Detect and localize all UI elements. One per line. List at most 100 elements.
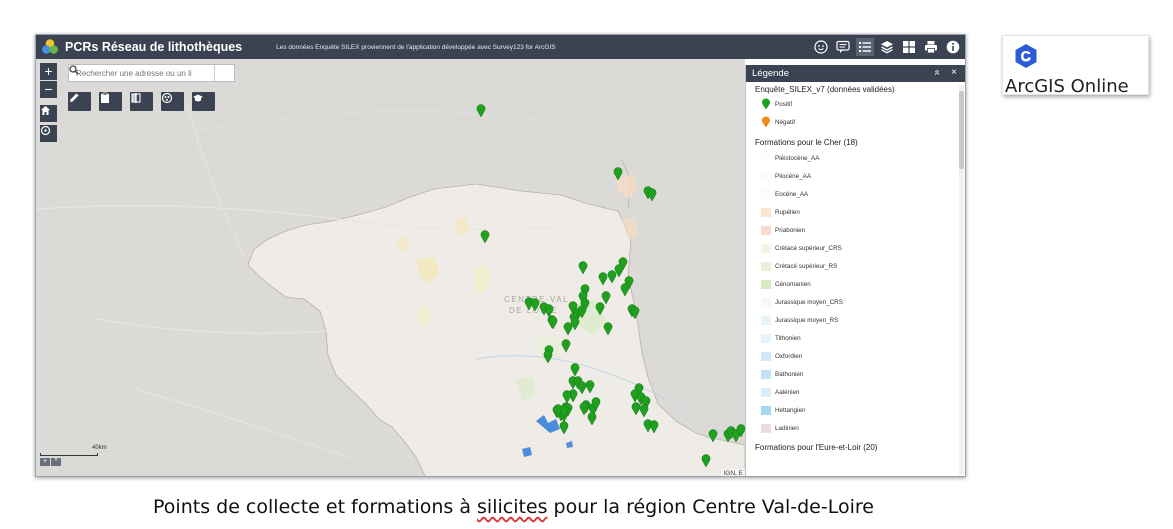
locate-button[interactable] [40, 125, 57, 142]
info-icon[interactable] [944, 38, 962, 56]
formation-swatch [761, 171, 771, 181]
formation-swatch [761, 369, 771, 379]
formation-swatch [761, 405, 771, 415]
basemap: CENTRE-VAL DE LOIRE [36, 98, 745, 476]
legend-item-label: Bathonien [775, 370, 804, 378]
draw-tool-button[interactable] [68, 92, 91, 111]
overview-collapse-button[interactable]: ^ [51, 458, 61, 466]
map-attribution: IGN, E [721, 469, 745, 477]
legend-item-label: Négatif [775, 118, 795, 126]
formation-swatch [761, 351, 771, 361]
app-title: PCRs Réseau de lithothèques [65, 40, 243, 54]
arcgis-web-app: PCRs Réseau de lithothèques Les données … [35, 34, 966, 477]
pencil-icon [70, 93, 79, 102]
legend-title: Légende [752, 68, 789, 79]
overview-controls: + ^ [40, 458, 61, 466]
formation-swatch [761, 387, 771, 397]
formation-swatch [761, 333, 771, 343]
legend-item-label: Jurassique moyen_CRS [775, 298, 843, 306]
legend-item-label: Eocène_AA [775, 190, 809, 198]
legend-item-formation: Oxfordien [755, 347, 958, 365]
graduation-cap-icon [193, 94, 203, 102]
legend-item-label: Crétacé supérieur_RS [775, 262, 838, 270]
legend-item-formation: Eocène_AA [755, 185, 958, 203]
grid-icon[interactable] [900, 38, 918, 56]
legend-item-label: Positif [775, 100, 793, 108]
header-toolbar [812, 38, 962, 56]
legend-item-formation: Priabonien [755, 221, 958, 239]
caption-text-end: pour la région Centre Val-de-Loire [547, 496, 874, 518]
legend-item-label: Rupélien [775, 208, 800, 216]
home-button[interactable] [40, 105, 57, 122]
print-icon[interactable] [922, 38, 940, 56]
legend-collapse-button[interactable]: » [931, 70, 942, 76]
legend-close-button[interactable]: × [951, 67, 957, 78]
layers-icon[interactable] [878, 38, 896, 56]
legend-item-formation: Jurassique moyen_CRS [755, 293, 958, 311]
swipe-icon [131, 93, 141, 103]
measure-tool-button[interactable] [99, 92, 122, 111]
locate-icon [40, 125, 51, 136]
legend-item-label: Hettangien [775, 406, 806, 414]
home-icon [41, 106, 50, 115]
legend-item-positif: Positif [755, 95, 958, 113]
arcgis-online-label: ArcGIS Online [1005, 76, 1129, 97]
bookmark-icon [161, 92, 173, 104]
legend-scrollbar[interactable] [959, 85, 964, 475]
collection-point-pin[interactable] [647, 188, 657, 202]
legend-item-formation: Pliocène_AA [755, 167, 958, 185]
map-view[interactable]: CENTRE-VAL DE LOIRE + − [36, 59, 745, 477]
legend-item-label: Pliocène_AA [775, 172, 812, 180]
legend-header: Légende » × [746, 65, 965, 82]
legend-item-label: Cénomanien [775, 280, 811, 288]
formation-swatch [761, 297, 771, 307]
legend-layer-title-silex: Enquête_SILEX_v7 (données validées) [755, 85, 895, 94]
legend-item-formation: Ladinien [755, 419, 958, 437]
legend-item-label: Priabonien [775, 226, 806, 234]
scale-label: 40km [92, 445, 107, 451]
formation-swatch [761, 243, 771, 253]
list-icon[interactable] [856, 38, 874, 56]
arcgis-logo-icon [1015, 44, 1037, 68]
formation-swatch [761, 207, 771, 217]
smiley-icon[interactable] [812, 38, 830, 56]
legend-item-negatif: Négatif [755, 113, 958, 131]
bookmark-tool-button[interactable] [161, 92, 184, 111]
caption-text-start: Points de collecte et formations à [153, 496, 478, 518]
formation-swatch [761, 315, 771, 325]
figure-caption: Points de collecte et formations à silic… [0, 496, 1027, 518]
scale-bar [40, 453, 98, 456]
collection-point-pin[interactable] [476, 104, 486, 118]
speech-bubble-icon[interactable] [834, 38, 852, 56]
pin-symbol-icon [762, 116, 770, 128]
legend-item-label: Crétacé supérieur_CRS [775, 244, 842, 252]
legend-layer-title-eure-et-loir: Formations pour l'Eure-et-Loir (20) [755, 443, 878, 452]
pin-symbol-icon [762, 98, 770, 110]
legend-item-formation: Crétacé supérieur_CRS [755, 239, 958, 257]
search-widget [68, 64, 235, 82]
legend-scroll-thumb[interactable] [959, 91, 964, 169]
zoom-in-button[interactable]: + [40, 63, 57, 80]
app-logo-icon [42, 39, 58, 54]
legend-layer-title-cher: Formations pour le Cher (18) [755, 138, 858, 147]
legend-item-label: Aalénien [775, 388, 800, 396]
swipe-tool-button[interactable] [130, 92, 153, 111]
formation-swatch [761, 423, 771, 433]
formation-swatch [761, 261, 771, 271]
overview-expand-button[interactable]: + [40, 458, 50, 466]
arcgis-online-badge: ArcGIS Online [1002, 35, 1149, 97]
legend-item-formation: Cénomanien [755, 275, 958, 293]
legend-item-label: Jurassique moyen_RS [775, 316, 839, 324]
about-tool-button[interactable] [192, 92, 215, 111]
legend-item-formation: Bathonien [755, 365, 958, 383]
legend-item-label: Oxfordien [775, 352, 803, 360]
search-input[interactable] [69, 65, 214, 81]
legend-item-label: Tithonien [775, 334, 801, 342]
search-button[interactable] [69, 65, 234, 81]
formation-swatch [761, 189, 771, 199]
zoom-out-button[interactable]: − [40, 81, 57, 98]
legend-item-label: Ladinien [775, 424, 799, 432]
legend-content: Enquête_SILEX_v7 (données validées) Posi… [746, 82, 958, 476]
caption-flagged-word: silicites [477, 496, 548, 518]
clipboard-icon [101, 92, 109, 103]
